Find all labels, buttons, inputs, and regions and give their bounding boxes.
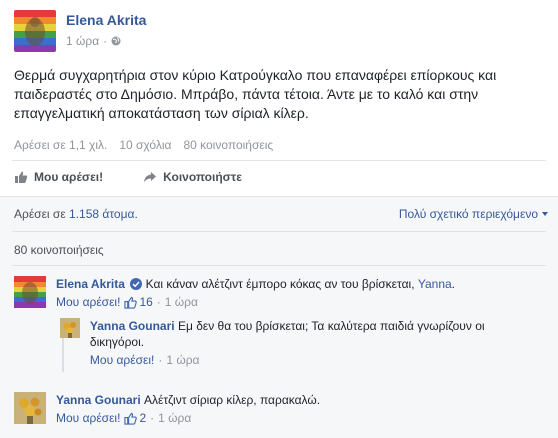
like-button-label: Μου αρέσει! (34, 170, 104, 184)
comment-author[interactable]: Yanna Gounari (90, 319, 175, 333)
meta-separator: · (103, 34, 108, 48)
mention-link[interactable]: Yanna (418, 277, 452, 291)
likes-people-link[interactable]: 1.158 άτομα (69, 207, 134, 221)
verified-badge-icon (130, 278, 143, 290)
comment: Elena Akrita Και κάναν αλέτζιντ έμπορο κ… (14, 276, 455, 310)
comment-like-count[interactable]: 16 (124, 294, 153, 310)
post-text: Θερμά συγχαρητήρια στον κύριο Κατρούγκαλ… (14, 67, 497, 121)
post-author-name[interactable]: Elena Akrita (66, 12, 146, 28)
comment-timestamp[interactable]: 1 ώρα (166, 352, 199, 368)
comment-text: Αλέτζιντ σίριαρ κίλερ, παρακαλώ. (144, 393, 321, 407)
like-count-value: 16 (139, 295, 153, 309)
comment-like-link[interactable]: Μου αρέσει! (56, 410, 120, 426)
comment-text-suffix: . (451, 277, 456, 291)
comments-count[interactable]: 10 σχόλια (119, 138, 171, 152)
chevron-down-icon (542, 212, 548, 216)
divider (12, 160, 546, 161)
relevance-label: Πολύ σχετικό περιεχόμενο (398, 207, 538, 221)
comment-like-link[interactable]: Μου αρέσει! (90, 352, 154, 368)
commenter-avatar[interactable] (14, 392, 46, 424)
shares-count[interactable]: 80 κοινοποιήσεις (183, 138, 273, 152)
author-avatar[interactable] (14, 10, 56, 52)
post-stats: Αρέσει σε 1,1 χιλ. 10 σχόλια 80 κοινοποι… (14, 138, 273, 152)
comment-text: Και κάναν αλέτζιντ έμπορο κόκας αν του β… (145, 277, 418, 291)
likes-sentence: Αρέσει σε 1.158 άτομα. (14, 207, 138, 221)
share-button-label: Κοινοποιήστε (163, 170, 242, 184)
comment-like-count[interactable]: 2 (124, 410, 146, 426)
comment-author[interactable]: Yanna Gounari (56, 393, 141, 407)
like-count-value: 2 (139, 411, 147, 425)
comment-like-link[interactable]: Μου αρέσει! (56, 294, 120, 310)
post-header: Elena Akrita 1 ώρα · (14, 10, 146, 54)
likes-summary[interactable]: Αρέσει σε 1,1 χιλ. (14, 138, 107, 152)
shares-link[interactable]: 80 κοινοποιήσεις (14, 243, 104, 257)
meta-separator: · (156, 295, 161, 309)
thumbs-up-icon (15, 171, 28, 183)
likes-row: Αρέσει σε 1.158 άτομα. Πολύ σχετικό περι… (14, 207, 548, 221)
commenter-avatar[interactable] (14, 276, 46, 308)
comment-author[interactable]: Elena Akrita (56, 277, 125, 291)
reply-comment: Yanna Gounari Εμ δεν θα του βρίσκεται; Τ… (60, 318, 540, 368)
share-arrow-icon (144, 172, 157, 183)
meta-separator: · (150, 411, 155, 425)
thumbs-up-icon (124, 296, 138, 309)
divider (12, 265, 546, 266)
comment-timestamp[interactable]: 1 ώρα (158, 410, 191, 426)
post-actions: Μου αρέσει! Κοινοποιήστε (14, 170, 242, 184)
meta-separator: · (158, 353, 163, 367)
comment: Yanna Gounari Αλέτζιντ σίριαρ κίλερ, παρ… (14, 392, 320, 426)
comment-timestamp[interactable]: 1 ώρα (165, 294, 198, 310)
post-timestamp[interactable]: 1 ώρα (66, 34, 99, 48)
likes-prefix: Αρέσει σε (14, 207, 70, 221)
thumbs-up-icon (124, 412, 138, 425)
globe-icon[interactable] (111, 36, 121, 46)
commenter-avatar[interactable] (60, 318, 80, 338)
relevance-dropdown[interactable]: Πολύ σχετικό περιεχόμενο (399, 207, 548, 221)
likes-suffix: . (134, 207, 138, 221)
like-button[interactable]: Μου αρέσει! (14, 170, 103, 184)
divider (12, 231, 546, 232)
share-button[interactable]: Κοινοποιήστε (143, 170, 242, 184)
